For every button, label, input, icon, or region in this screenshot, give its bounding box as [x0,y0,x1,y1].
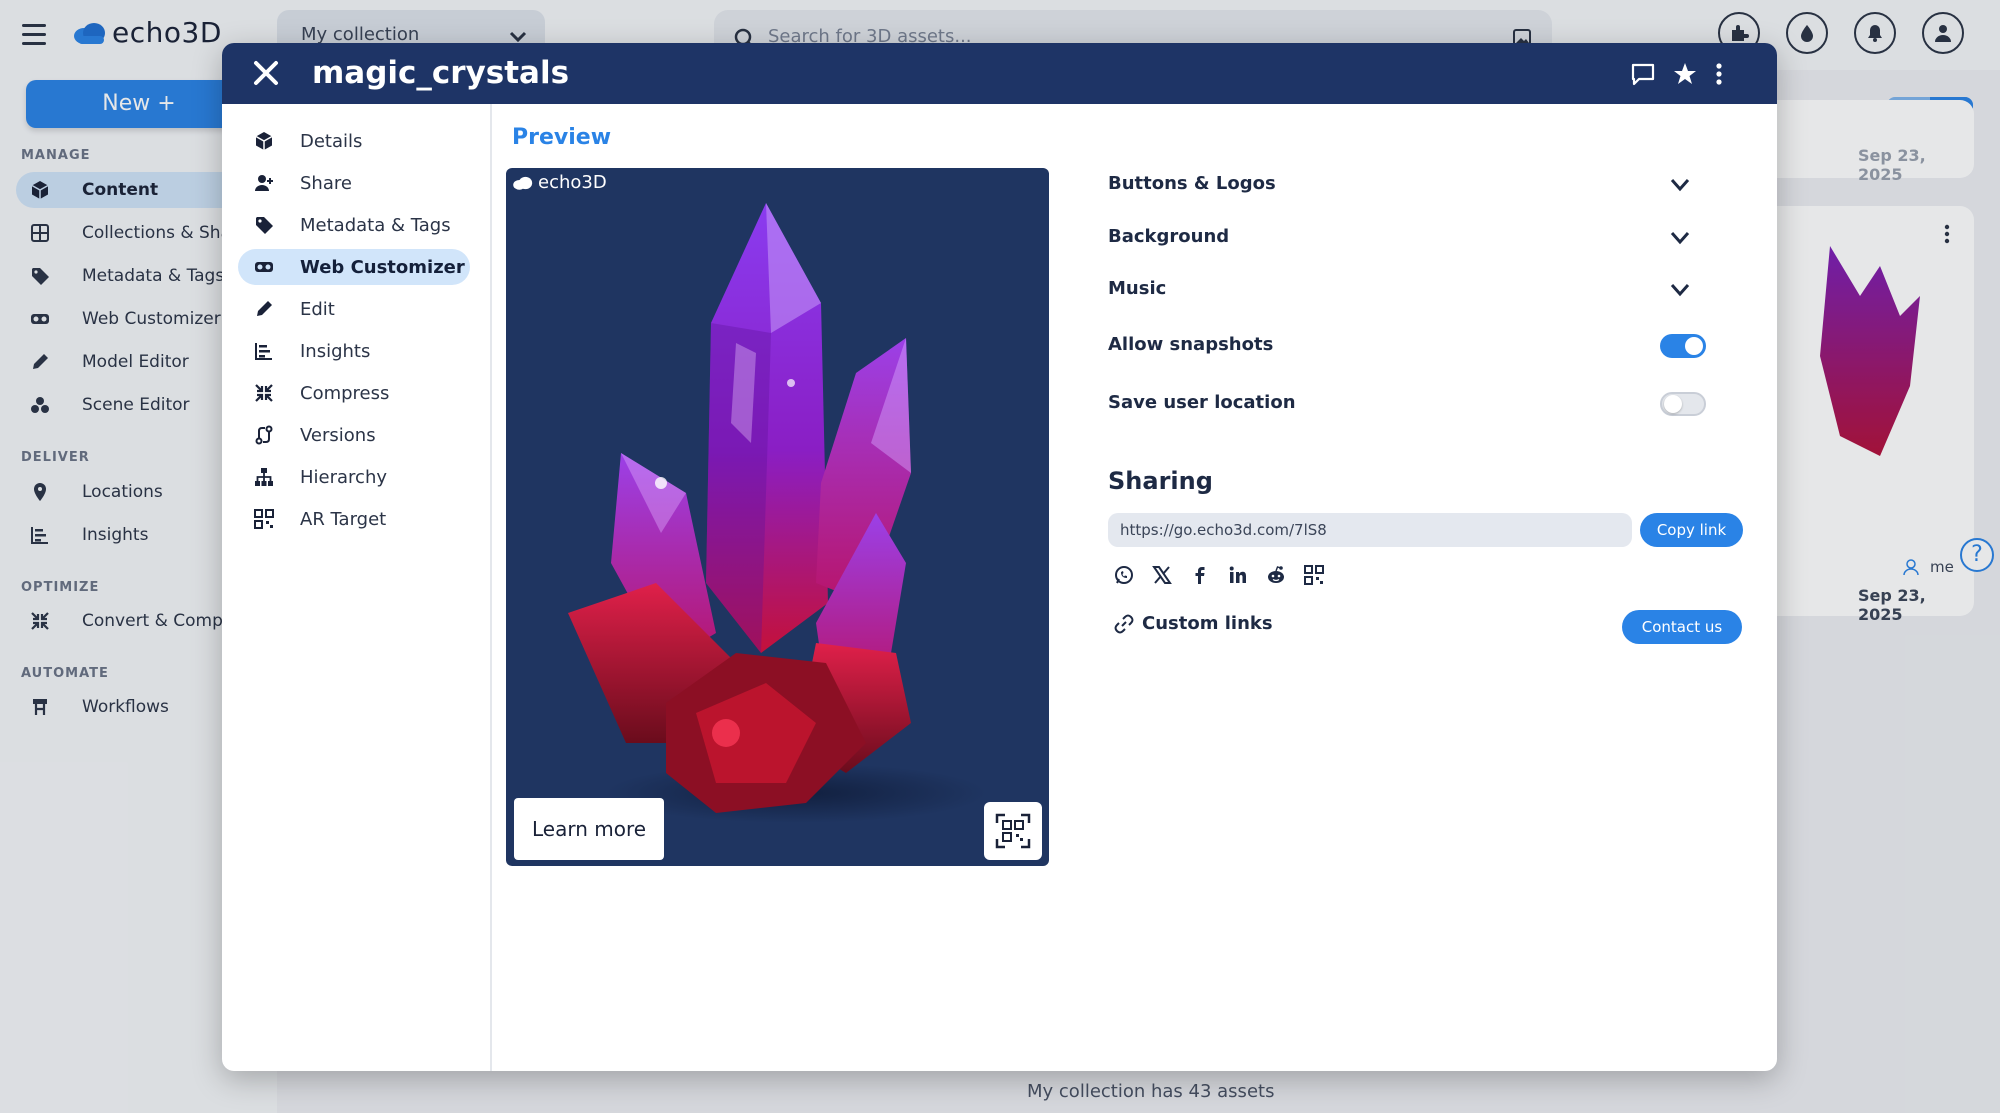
setting-label: Save user location [1108,392,1296,413]
buttons-logos-accordion[interactable]: Buttons & Logos [1108,165,1708,205]
modal-title: magic_crystals [312,55,570,91]
facebook-icon[interactable] [1190,565,1210,585]
custom-links-label: Custom links [1142,613,1273,634]
preview-title: Preview [512,125,612,150]
compress-icon [252,381,276,405]
nav-item-ar-target[interactable]: AR Target [238,501,470,537]
qr-code-icon[interactable] [1304,565,1324,585]
learn-more-button[interactable]: Learn more [514,798,664,860]
share-icons [1114,565,1324,585]
cloud-logo-icon [513,176,533,190]
preview-viewer[interactable]: echo3D Learn more [506,168,1049,866]
nav-item-label: Web Customizer [300,256,465,278]
versions-icon [252,423,276,447]
comment-icon[interactable] [1630,61,1656,87]
add-user-icon [252,171,276,195]
nav-item-label: Metadata & Tags [300,214,451,236]
more-options-icon[interactable] [1715,61,1723,87]
whatsapp-icon[interactable] [1114,565,1134,585]
setting-label: Allow snapshots [1108,334,1274,355]
bar-chart-icon [252,339,276,363]
chevron-down-icon [1670,232,1690,245]
nav-item-insights[interactable]: Insights [238,333,470,369]
contact-us-button[interactable]: Contact us [1622,610,1742,644]
modal-nav: Details Share Metadata & Tags Web Custom… [222,104,492,1071]
nav-item-label: Versions [300,424,376,446]
ar-qr-button[interactable] [984,802,1042,860]
setting-label: Background [1108,226,1230,247]
linkedin-icon[interactable] [1228,565,1248,585]
chevron-down-icon [1670,284,1690,297]
music-accordion[interactable]: Music [1108,270,1708,310]
nav-item-compress[interactable]: Compress [238,375,470,411]
custom-links[interactable]: Custom links [1114,613,1273,634]
link-icon [1114,614,1134,633]
nav-item-label: AR Target [300,508,387,530]
nav-item-label: Details [300,130,363,152]
allow-snapshots-toggle[interactable] [1660,334,1706,358]
toggle-knob [1685,337,1703,355]
nav-item-label: Share [300,172,352,194]
setting-label: Buttons & Logos [1108,173,1276,194]
save-user-location-toggle[interactable] [1660,392,1706,416]
nav-item-label: Insights [300,340,371,362]
background-accordion[interactable]: Background [1108,218,1708,258]
save-user-location-row: Save user location [1108,384,1708,424]
toggle-knob [1664,395,1682,413]
star-icon[interactable] [1672,61,1698,87]
setting-label: Music [1108,278,1167,299]
reddit-icon[interactable] [1266,565,1286,585]
vr-goggles-icon [252,255,276,279]
close-icon[interactable] [252,59,280,87]
nav-item-edit[interactable]: Edit [238,291,470,327]
copy-link-button[interactable]: Copy link [1640,513,1743,547]
nav-item-label: Edit [300,298,335,320]
qr-scan-icon [995,813,1031,849]
cube-icon [252,129,276,153]
nav-item-label: Hierarchy [300,466,388,488]
nav-item-versions[interactable]: Versions [238,417,470,453]
nav-item-metadata[interactable]: Metadata & Tags [238,207,470,243]
share-url-field[interactable] [1108,513,1632,547]
qr-code-icon [252,507,276,531]
nav-item-label: Compress [300,382,390,404]
x-icon[interactable] [1152,565,1172,585]
nav-item-hierarchy[interactable]: Hierarchy [238,459,470,495]
nav-item-share[interactable]: Share [238,165,470,201]
allow-snapshots-row: Allow snapshots [1108,326,1708,366]
hierarchy-icon [252,465,276,489]
crystal-3d-model[interactable] [566,183,986,823]
nav-item-web-customizer[interactable]: Web Customizer [238,249,470,285]
modal-header: magic_crystals [222,43,1777,104]
sharing-title: Sharing [1108,467,1213,495]
chevron-down-icon [1670,179,1690,192]
pencil-icon [252,297,276,321]
tag-icon [252,213,276,237]
nav-item-details[interactable]: Details [238,123,470,159]
asset-modal: magic_crystals Details Share Metadata & … [222,43,1777,1071]
